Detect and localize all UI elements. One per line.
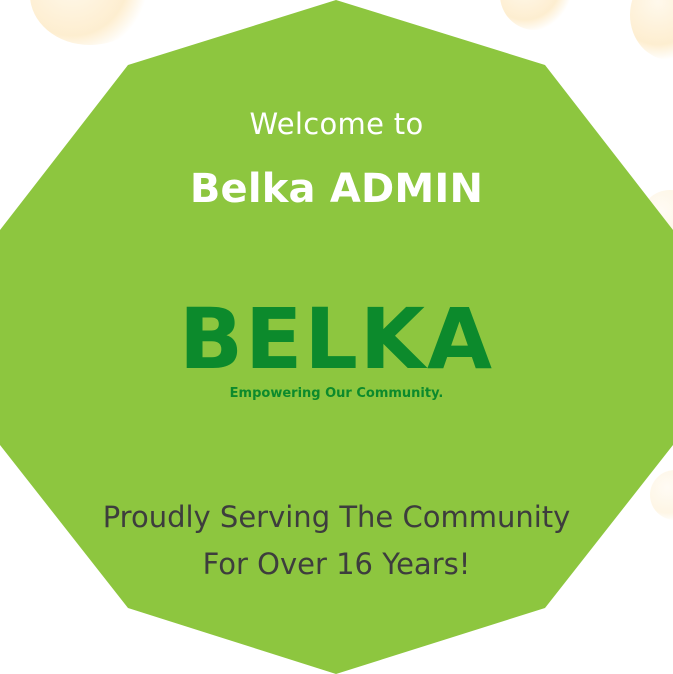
welcome-screen: Welcome to Belka ADMIN BELKA Empowering … — [0, 0, 673, 674]
message-line-1: Proudly Serving The Community — [102, 500, 571, 534]
logo-tagline: Empowering Our Community. — [229, 386, 444, 401]
page-title: Belka ADMIN — [189, 166, 484, 212]
message-line-2: For Over 16 Years! — [202, 547, 471, 581]
belka-logo: BELKA — [178, 290, 495, 388]
welcome-text: Welcome to — [249, 107, 424, 141]
